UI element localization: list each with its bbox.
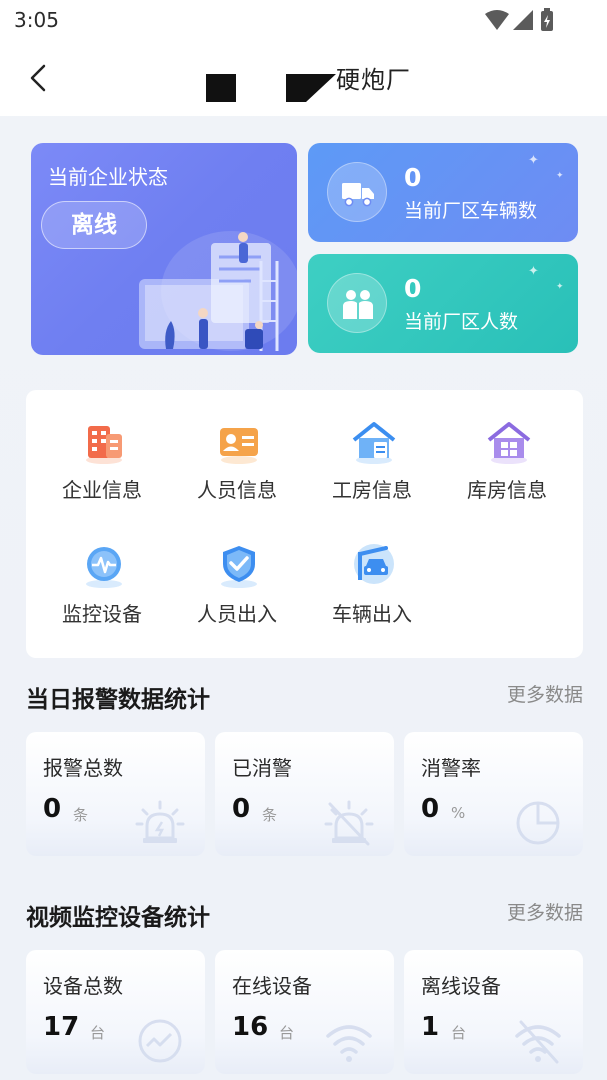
stat-card-alarm-cleared[interactable]: 已消警 0 条 <box>215 732 394 856</box>
wifi-icon <box>326 1025 372 1062</box>
video-section-title: 视频监控设备统计 <box>26 905 210 931</box>
stat-label: 已消警 <box>232 756 292 780</box>
video-more-data-link[interactable]: 更多数据 <box>507 898 583 925</box>
monitor-icon <box>86 547 122 588</box>
redaction-block <box>206 74 236 102</box>
stat-value: 0 <box>43 794 62 824</box>
redaction-block <box>286 74 336 102</box>
pulse-icon <box>138 1019 182 1063</box>
alarm-section-title: 当日报警数据统计 <box>26 687 210 713</box>
stat-card-offline-devices[interactable]: 离线设备 1 台 <box>404 950 583 1074</box>
vehicle-count-label: 当前厂区车辆数 <box>404 200 538 222</box>
truck-icon <box>342 183 374 207</box>
menu-label: 人员信息 <box>197 478 277 502</box>
vehicle-gate-icon <box>354 544 394 584</box>
stat-label: 设备总数 <box>43 974 123 998</box>
sparkle-icon: ✦ <box>528 264 539 279</box>
stat-value: 0 <box>421 794 440 824</box>
battery-icon <box>541 8 553 31</box>
menu-label: 车辆出入 <box>332 602 412 626</box>
stat-card-alarm-total[interactable]: 报警总数 0 条 <box>26 732 205 856</box>
alarm-more-data-link[interactable]: 更多数据 <box>507 680 583 707</box>
chevron-left-icon <box>30 64 46 92</box>
truck-icon-ring <box>327 162 387 222</box>
stat-value: 1 <box>421 1012 440 1042</box>
stat-label: 离线设备 <box>421 974 501 998</box>
menu-label: 工房信息 <box>332 478 412 502</box>
back-button[interactable] <box>20 58 60 98</box>
stat-card-device-total[interactable]: 设备总数 17 台 <box>26 950 205 1074</box>
menu-item-personnel-access[interactable]: 人员出入 <box>177 542 297 642</box>
page-title: 硬炮厂 <box>336 66 411 94</box>
menu-label: 库房信息 <box>467 478 547 502</box>
stat-unit: 条 <box>262 806 278 824</box>
id-card-icon <box>220 428 258 464</box>
alarm-off-icon <box>324 800 374 846</box>
status-icons <box>483 8 563 34</box>
stat-label: 在线设备 <box>232 974 312 998</box>
pie-icon <box>516 801 560 845</box>
stat-value: 16 <box>232 1012 269 1042</box>
menu-label: 监控设备 <box>62 602 142 626</box>
stat-unit: 条 <box>73 806 89 824</box>
stat-unit: 台 <box>451 1024 467 1042</box>
vehicle-count-value: 0 <box>404 163 422 192</box>
menu-item-personnel-info[interactable]: 人员信息 <box>177 418 297 518</box>
stat-value: 17 <box>43 1012 80 1042</box>
sparkle-icon: ✦ <box>528 153 539 168</box>
stat-unit: 台 <box>90 1024 106 1042</box>
function-menu: 企业信息 人员信息 工房信息 库房信息 监控设备 人员出入 车辆出入 <box>26 390 583 658</box>
stat-card-online-devices[interactable]: 在线设备 16 台 <box>215 950 394 1074</box>
stat-unit: 台 <box>279 1024 295 1042</box>
sparkle-icon: ✦ <box>556 282 564 292</box>
stat-value: 0 <box>232 794 251 824</box>
shield-check-icon <box>221 546 257 588</box>
status-time: 3:05 <box>14 8 59 32</box>
menu-item-vehicle-access[interactable]: 车辆出入 <box>312 542 432 642</box>
stat-card-alarm-rate[interactable]: 消警率 0 % <box>404 732 583 856</box>
wifi-status-icon <box>485 10 509 30</box>
people-count-card[interactable]: 0 当前厂区人数 ✦ ✦ <box>308 254 578 353</box>
sparkle-icon: ✦ <box>556 171 564 181</box>
warehouse-icon <box>487 422 531 464</box>
building-icon <box>86 426 122 464</box>
people-icon-ring <box>327 273 387 333</box>
people-count-value: 0 <box>404 274 422 303</box>
wifi-off-icon <box>515 1020 561 1064</box>
alarm-light-icon <box>135 800 185 843</box>
menu-label: 企业信息 <box>62 478 142 502</box>
vehicle-count-card[interactable]: 0 当前厂区车辆数 ✦ ✦ <box>308 143 578 242</box>
signal-icon <box>513 10 533 30</box>
stat-unit: % <box>451 804 466 822</box>
nav-bar: 硬炮厂 <box>0 42 607 116</box>
status-bar: 3:05 <box>0 0 607 42</box>
menu-item-enterprise-info[interactable]: 企业信息 <box>42 418 162 518</box>
enterprise-status-label: 当前企业状态 <box>48 165 168 189</box>
workshop-icon <box>352 422 396 464</box>
people-count-label: 当前厂区人数 <box>404 311 519 333</box>
people-icon <box>343 290 373 319</box>
enterprise-status-card: 当前企业状态 离线 <box>31 143 297 355</box>
menu-item-workshop-info[interactable]: 工房信息 <box>312 418 432 518</box>
office-illustration <box>139 231 297 351</box>
stat-label: 消警率 <box>421 756 481 780</box>
menu-item-warehouse-info[interactable]: 库房信息 <box>447 418 567 518</box>
stat-label: 报警总数 <box>43 756 123 780</box>
menu-label: 人员出入 <box>197 602 277 626</box>
menu-item-monitoring-devices[interactable]: 监控设备 <box>42 542 162 642</box>
